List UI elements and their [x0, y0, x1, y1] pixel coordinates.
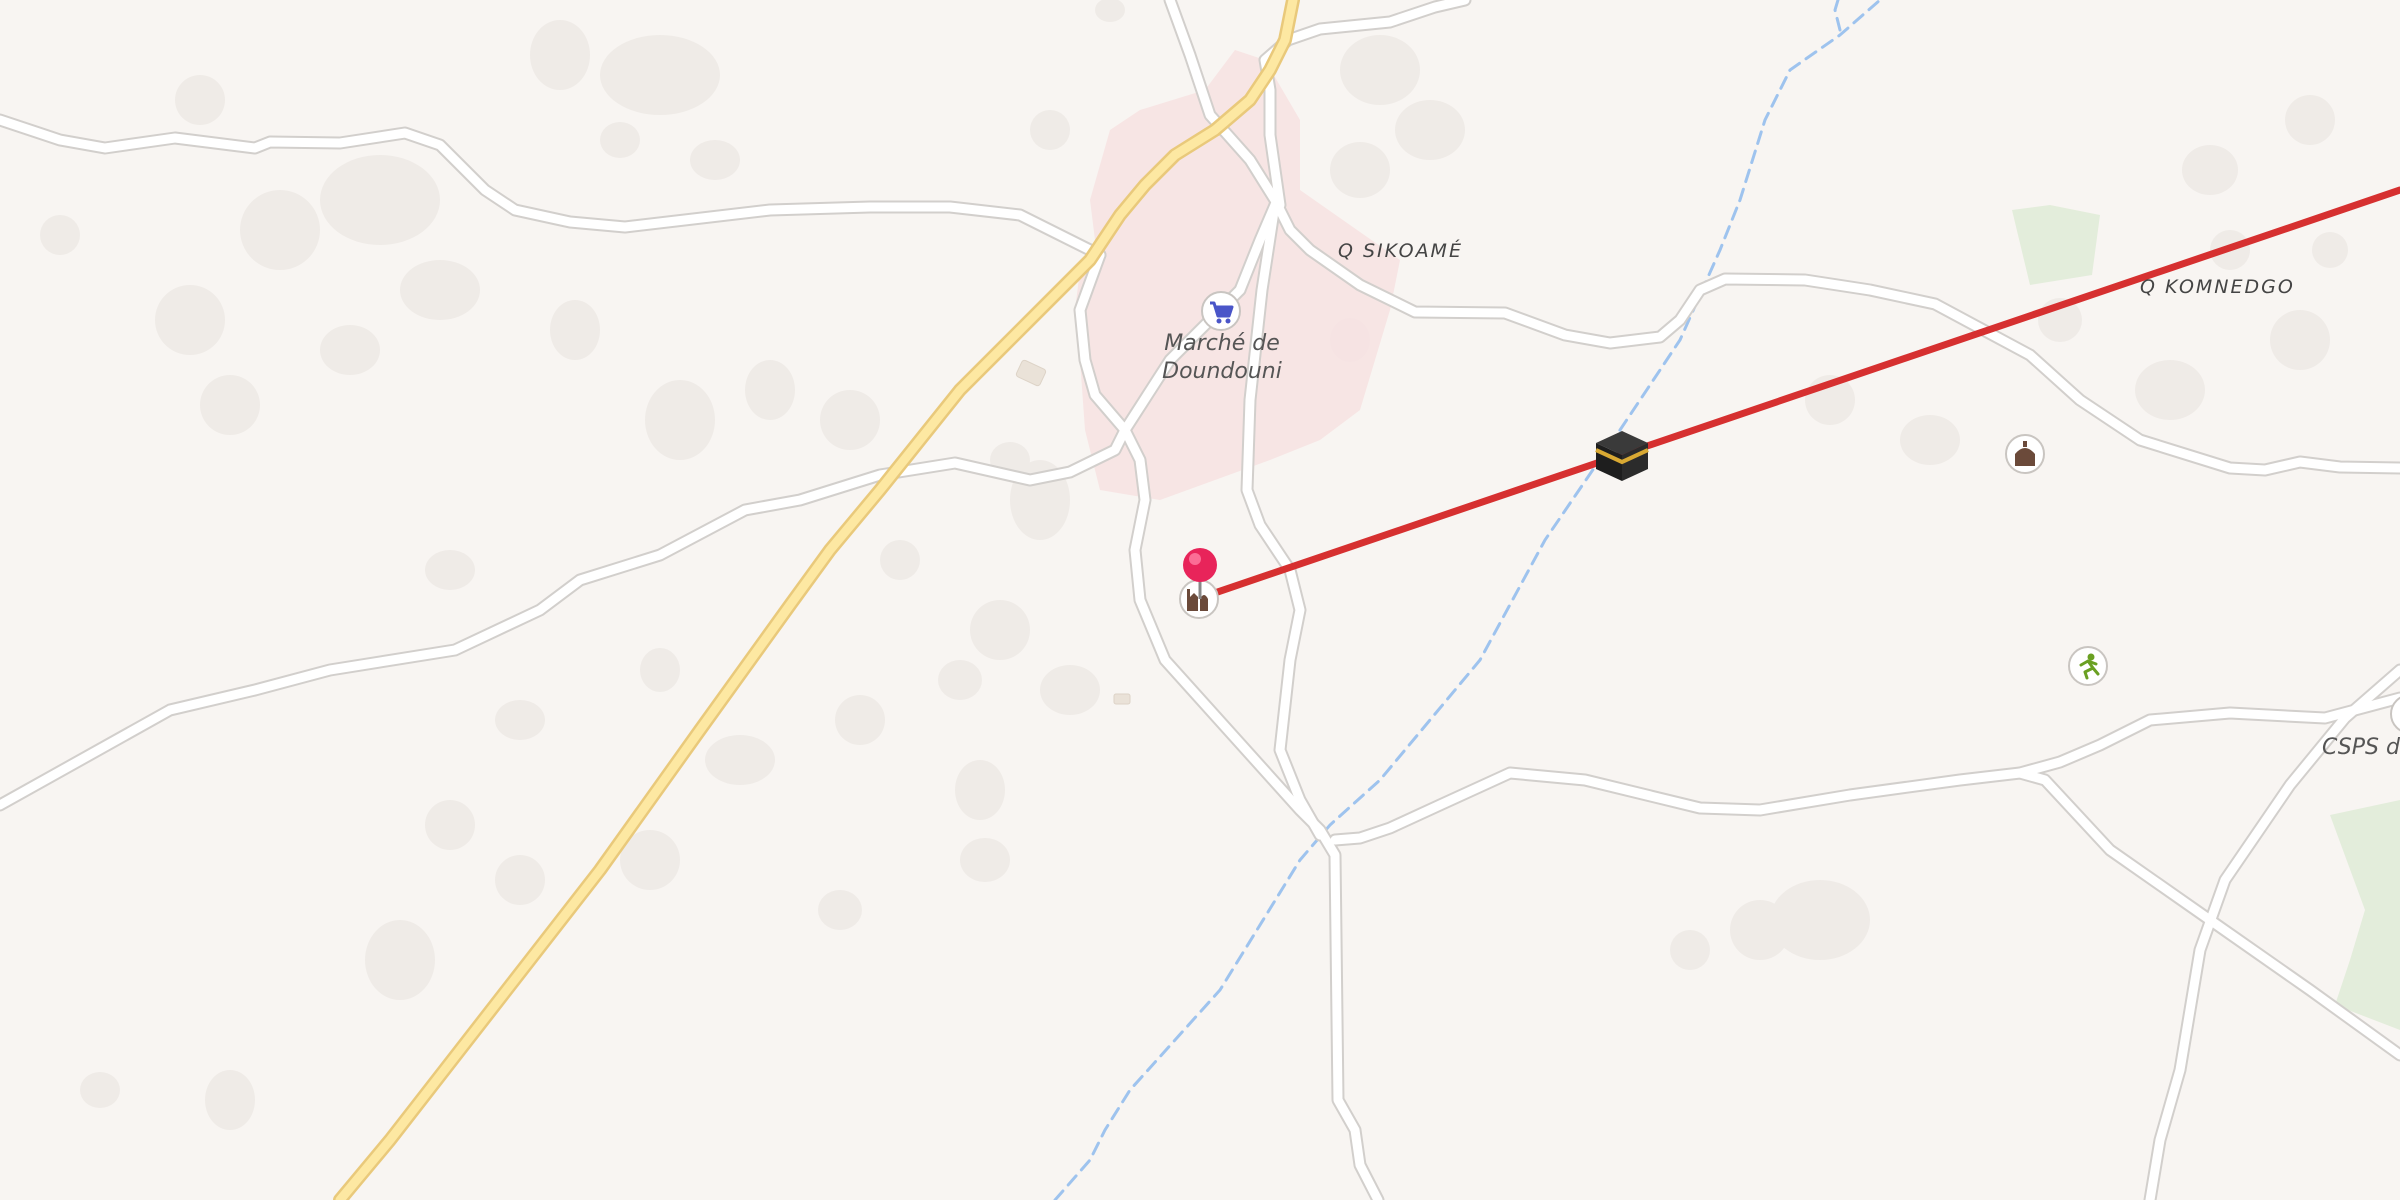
- building-marker: [1113, 693, 1131, 705]
- shopping-cart-icon[interactable]: [1201, 291, 1241, 331]
- mosque-icon[interactable]: [2005, 434, 2045, 474]
- running-person-icon[interactable]: [2068, 646, 2108, 686]
- market-label-line2: Doundouni: [1162, 359, 1282, 384]
- place-label-sikoame: Q SIKOAMÉ: [1338, 239, 1463, 262]
- market-label-line1: Marché de: [1164, 331, 1280, 356]
- place-label-komnedgo: Q KOMNEDGO: [2140, 276, 2295, 298]
- csps-label: CSPS de: [2322, 735, 2400, 760]
- map-canvas[interactable]: Q SIKOAMÉ Q KOMNEDGO Marché de Doundouni…: [0, 0, 2400, 1200]
